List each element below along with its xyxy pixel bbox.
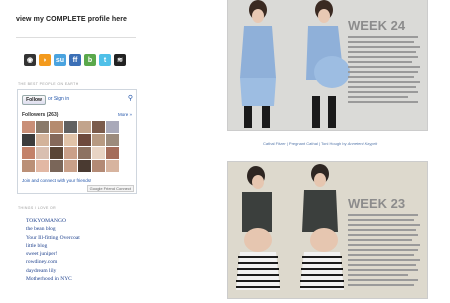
avatar[interactable]	[106, 134, 119, 146]
list-item[interactable]: rowdiney.com	[26, 258, 80, 266]
join-link[interactable]: Join and connect with your friends!	[22, 178, 91, 183]
avatar[interactable]	[92, 134, 105, 146]
blog-links: TOKYOMANGO the bean blog Your Ill-fittin…	[26, 217, 80, 283]
list-item[interactable]: Motherhood in NYC	[26, 275, 80, 283]
avatar[interactable]	[64, 147, 77, 159]
avatar[interactable]	[78, 134, 91, 146]
avatar[interactable]	[64, 134, 77, 146]
list-item[interactable]: TOKYOMANGO	[26, 217, 80, 225]
sign-in-link[interactable]: or Sign in	[48, 96, 69, 102]
avatar[interactable]	[78, 160, 91, 172]
list-item[interactable]: daydream lily	[26, 267, 80, 275]
list-item[interactable]: the bean blog	[26, 225, 80, 233]
avatar[interactable]	[92, 121, 105, 133]
rss-icon[interactable]: ◗	[39, 54, 51, 66]
list-item[interactable]: Your Ill-fitting Overcoat	[26, 234, 80, 242]
feed-icon[interactable]: ≋	[114, 54, 126, 66]
week-title: WEEK 23	[348, 196, 405, 211]
avatar[interactable]	[50, 160, 63, 172]
avatar[interactable]	[50, 121, 63, 133]
networked-heading: THE BEST PEOPLE ON EARTH	[18, 82, 79, 86]
avatar[interactable]	[36, 160, 49, 172]
avatar[interactable]	[64, 121, 77, 133]
photo-credit: Cathal Fitzer | Pregnant Cathal | Toni H…	[263, 141, 378, 146]
gfc-footer: Google Friend Connect	[86, 185, 134, 192]
avatar[interactable]	[22, 160, 35, 172]
avatar[interactable]	[36, 147, 49, 159]
camera-icon[interactable]: ◉	[24, 54, 36, 66]
profile-link[interactable]: view my COMPLETE profile here	[16, 8, 128, 23]
avatar[interactable]	[22, 134, 35, 146]
divider	[16, 37, 136, 38]
post-photo-week-23[interactable]: WEEK 23	[227, 161, 428, 299]
avatar[interactable]	[106, 147, 119, 159]
blogger-icon[interactable]: b	[84, 54, 96, 66]
avatar[interactable]	[92, 160, 105, 172]
post-photo-week-24[interactable]: WEEK 24	[227, 0, 428, 131]
avatar[interactable]	[106, 160, 119, 172]
followers-count: Followers (263)	[22, 112, 59, 118]
avatar[interactable]	[36, 121, 49, 133]
maternity-photo: WEEK 24	[228, 0, 427, 130]
list-item[interactable]: little blog	[26, 242, 80, 250]
follow-button[interactable]: Follow	[22, 95, 46, 105]
friendfeed-icon[interactable]: ff	[69, 54, 81, 66]
week-title: WEEK 24	[348, 18, 406, 33]
friend-connect-widget: Follow or Sign in ⚲ Followers (263) More…	[17, 89, 137, 194]
view-all-link[interactable]: More »	[118, 112, 132, 117]
follower-avatars	[22, 121, 119, 172]
avatar[interactable]	[36, 134, 49, 146]
social-icons: ◉ ◗ su ff b t ≋	[24, 54, 126, 66]
avatar[interactable]	[78, 121, 91, 133]
avatar[interactable]	[78, 147, 91, 159]
list-item[interactable]: sweet juniper!	[26, 250, 80, 258]
avatar[interactable]	[22, 121, 35, 133]
stumbleupon-icon[interactable]: su	[54, 54, 66, 66]
avatar[interactable]	[22, 147, 35, 159]
search-icon[interactable]: ⚲	[128, 94, 133, 102]
avatar[interactable]	[50, 147, 63, 159]
avatar[interactable]	[106, 121, 119, 133]
links-heading: THINGS I LOVE OR	[18, 206, 57, 210]
avatar[interactable]	[64, 160, 77, 172]
twitter-icon[interactable]: t	[99, 54, 111, 66]
avatar[interactable]	[92, 147, 105, 159]
avatar[interactable]	[50, 134, 63, 146]
photographer-link[interactable]: Anneteni Kayprit	[348, 141, 377, 146]
maternity-photo: WEEK 23	[228, 162, 427, 298]
